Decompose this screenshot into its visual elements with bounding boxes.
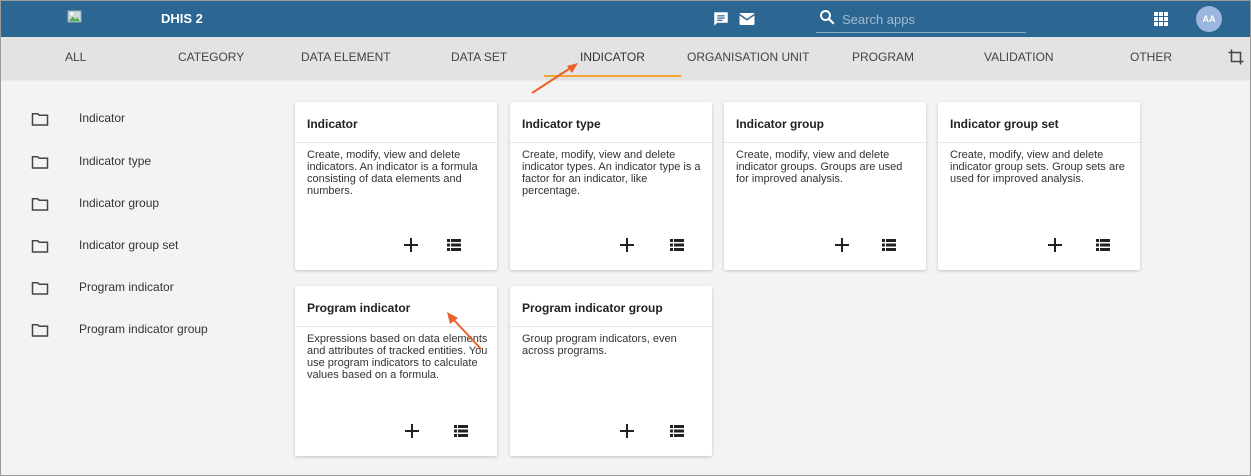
- card-title[interactable]: Indicator: [307, 117, 358, 131]
- tab-data-element[interactable]: DATA ELEMENT: [301, 50, 391, 64]
- folder-icon: [31, 282, 49, 295]
- section-tab-bar: ALL CATEGORY DATA ELEMENT DATA SET INDIC…: [1, 37, 1250, 79]
- sidebar-item-label: Indicator group set: [79, 238, 179, 252]
- sidebar-item-label: Program indicator group: [79, 322, 208, 336]
- tab-other[interactable]: OTHER: [1130, 50, 1172, 64]
- app-frame: DHIS 2 AA ALL CATEGORY DATA E: [0, 0, 1251, 476]
- tab-all[interactable]: ALL: [65, 50, 86, 64]
- search-icon: [820, 10, 835, 25]
- tab-validation[interactable]: VALIDATION: [984, 50, 1054, 64]
- crop-icon[interactable]: [1227, 48, 1245, 66]
- folder-icon: [31, 324, 49, 337]
- list-icon[interactable]: [670, 239, 684, 251]
- tab-program[interactable]: PROGRAM: [852, 50, 914, 64]
- card-indicator-type: Indicator type Create, modify, view and …: [510, 102, 712, 270]
- card-description: Create, modify, view and delete indicato…: [736, 149, 903, 185]
- tab-indicator[interactable]: INDICATOR: [580, 50, 645, 64]
- tab-organisation-unit[interactable]: ORGANISATION UNIT: [687, 50, 809, 64]
- list-icon[interactable]: [454, 425, 468, 437]
- card-description: Expressions based on data elements and a…: [307, 333, 488, 381]
- add-icon[interactable]: [404, 238, 418, 252]
- search-box: [816, 5, 1026, 33]
- card-divider: [295, 326, 497, 327]
- list-icon[interactable]: [670, 425, 684, 437]
- card-title[interactable]: Program indicator group: [522, 301, 663, 315]
- add-icon[interactable]: [405, 424, 419, 438]
- card-title[interactable]: Indicator type: [522, 117, 601, 131]
- card-program-indicator-group: Program indicator group Group program in…: [510, 286, 712, 456]
- add-icon[interactable]: [620, 238, 634, 252]
- card-title[interactable]: Program indicator: [307, 301, 410, 315]
- card-indicator-group: Indicator group Create, modify, view and…: [724, 102, 926, 270]
- list-icon[interactable]: [882, 239, 896, 251]
- list-icon[interactable]: [1096, 239, 1110, 251]
- card-indicator: Indicator Create, modify, view and delet…: [295, 102, 497, 270]
- mail-icon[interactable]: [738, 10, 756, 28]
- card-program-indicator: Program indicator Expressions based on d…: [295, 286, 497, 456]
- card-description: Create, modify, view and delete indicato…: [950, 149, 1125, 185]
- apps-grid-icon[interactable]: [1153, 11, 1169, 27]
- card-divider: [938, 142, 1140, 143]
- card-description: Create, modify, view and delete indicato…: [307, 149, 478, 197]
- card-divider: [510, 326, 712, 327]
- sidebar-item-label: Indicator group: [79, 196, 160, 210]
- card-title[interactable]: Indicator group set: [950, 117, 1059, 131]
- tab-category[interactable]: CATEGORY: [178, 50, 244, 64]
- card-indicator-group-set: Indicator group set Create, modify, view…: [938, 102, 1140, 270]
- chat-icon[interactable]: [712, 10, 730, 28]
- sidebar-item-label: Program indicator: [79, 280, 174, 294]
- card-description: Create, modify, view and delete indicato…: [522, 149, 701, 197]
- folder-icon: [31, 198, 49, 211]
- list-icon[interactable]: [447, 239, 461, 251]
- card-divider: [295, 142, 497, 143]
- folder-icon: [31, 240, 49, 253]
- user-avatar[interactable]: AA: [1196, 6, 1222, 32]
- app-title[interactable]: DHIS 2: [161, 11, 203, 26]
- image-icon: [67, 10, 82, 23]
- add-icon[interactable]: [620, 424, 634, 438]
- card-divider: [724, 142, 926, 143]
- sidebar-item-label: Indicator type: [79, 154, 152, 168]
- add-icon[interactable]: [1048, 238, 1062, 252]
- search-input[interactable]: [842, 9, 1022, 29]
- folder-icon: [31, 113, 49, 126]
- card-divider: [510, 142, 712, 143]
- header-bar: DHIS 2 AA: [1, 1, 1250, 37]
- tab-data-set[interactable]: DATA SET: [451, 50, 507, 64]
- card-title[interactable]: Indicator group: [736, 117, 824, 131]
- add-icon[interactable]: [835, 238, 849, 252]
- card-description: Group program indicators, even across pr…: [522, 333, 677, 357]
- sidebar-item-label: Indicator: [79, 111, 126, 125]
- active-tab-indicator: [544, 75, 681, 77]
- folder-icon: [31, 156, 49, 169]
